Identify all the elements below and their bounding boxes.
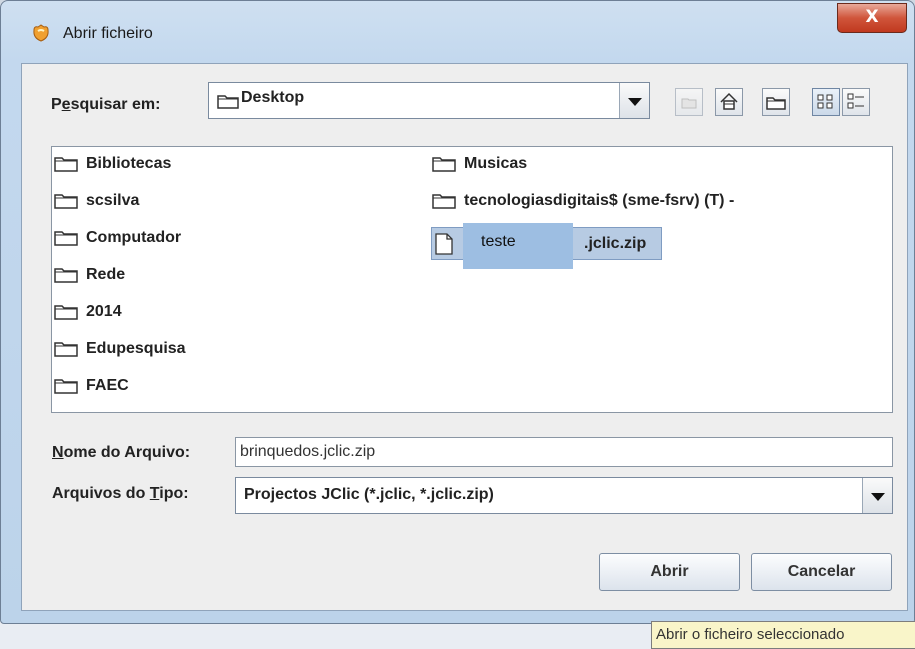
chevron-down-icon[interactable] bbox=[619, 83, 649, 118]
list-item-label: Edupesquisa bbox=[86, 340, 186, 357]
list-item-label: scsilva bbox=[86, 192, 140, 209]
home-button[interactable] bbox=[715, 88, 743, 116]
list-view-button[interactable] bbox=[812, 88, 840, 116]
list-item[interactable]: 2014 bbox=[54, 299, 122, 325]
open-button[interactable]: Abrir bbox=[599, 553, 740, 591]
folder-icon bbox=[432, 193, 456, 209]
window-title: Abrir ficheiro bbox=[63, 25, 153, 42]
list-item-label: Computador bbox=[86, 229, 182, 246]
folder-icon bbox=[54, 267, 78, 283]
folder-icon bbox=[217, 93, 239, 114]
home-icon bbox=[720, 92, 738, 110]
dialog-window: Abrir ficheiro X Pesquisar em: Desktop B… bbox=[0, 0, 915, 624]
filetype-label: Arquivos do Tipo: bbox=[52, 485, 189, 502]
list-item[interactable]: tecnologiasdigitais$ (sme-fsrv) (T) - bbox=[432, 188, 734, 214]
filetype-value: Projectos JClic (*.jclic, *.jclic.zip) bbox=[244, 486, 494, 503]
details-view-icon bbox=[847, 93, 864, 109]
file-list[interactable]: Bibliotecas scsilva Computador Rede 2014… bbox=[51, 146, 893, 413]
up-folder-icon bbox=[681, 98, 697, 109]
selected-file-label: .jclic.zip bbox=[584, 235, 647, 252]
list-item[interactable]: Computador bbox=[54, 225, 181, 251]
chevron-down-icon[interactable] bbox=[862, 478, 892, 513]
title-bar[interactable]: Abrir ficheiro X bbox=[1, 1, 915, 63]
folder-icon bbox=[54, 230, 78, 246]
look-in-value: Desktop bbox=[241, 89, 305, 106]
new-folder-button[interactable] bbox=[762, 88, 790, 116]
list-item[interactable]: scsilva bbox=[54, 188, 139, 214]
filetype-combo[interactable]: Projectos JClic (*.jclic, *.jclic.zip) bbox=[235, 477, 893, 514]
folder-icon bbox=[54, 378, 78, 394]
dialog-client-area: Pesquisar em: Desktop Bibliotecas scsilv… bbox=[21, 63, 908, 611]
look-in-combo[interactable]: Desktop bbox=[208, 82, 650, 119]
filename-input[interactable]: brinquedos.jclic.zip bbox=[235, 437, 893, 467]
list-item-label: Rede bbox=[86, 266, 126, 283]
folder-icon bbox=[54, 304, 78, 320]
list-item[interactable]: Rede bbox=[54, 262, 125, 288]
list-item-label: Musicas bbox=[464, 155, 528, 172]
folder-icon bbox=[54, 341, 78, 357]
filename-overlay: teste bbox=[463, 223, 573, 269]
close-button[interactable]: X bbox=[837, 3, 907, 33]
new-folder-icon bbox=[766, 97, 786, 110]
list-item[interactable]: Bibliotecas bbox=[54, 151, 171, 177]
list-item-label: FAEC bbox=[86, 377, 129, 394]
jclic-app-icon bbox=[31, 23, 51, 43]
filename-label: Nome do Arquivo: bbox=[52, 444, 191, 461]
list-item[interactable]: FAEC bbox=[54, 373, 129, 399]
folder-icon bbox=[54, 193, 78, 209]
cancel-button[interactable]: Cancelar bbox=[751, 553, 892, 591]
folder-icon bbox=[54, 156, 78, 172]
list-item-label: tecnologiasdigitais$ (sme-fsrv) (T) - bbox=[464, 192, 735, 209]
list-view-icon bbox=[817, 94, 833, 109]
filename-overlay-text: teste bbox=[481, 233, 516, 250]
list-item-label: Bibliotecas bbox=[86, 155, 172, 172]
list-item[interactable]: Edupesquisa bbox=[54, 336, 186, 362]
details-view-button[interactable] bbox=[842, 88, 870, 116]
up-folder-button[interactable] bbox=[675, 88, 703, 116]
file-icon bbox=[434, 233, 454, 260]
look-in-label: Pesquisar em: bbox=[51, 96, 161, 113]
tooltip: Abrir o ficheiro seleccionado bbox=[651, 621, 915, 649]
folder-icon bbox=[432, 156, 456, 172]
list-item[interactable]: Musicas bbox=[432, 151, 527, 177]
list-item-label: 2014 bbox=[86, 303, 122, 320]
